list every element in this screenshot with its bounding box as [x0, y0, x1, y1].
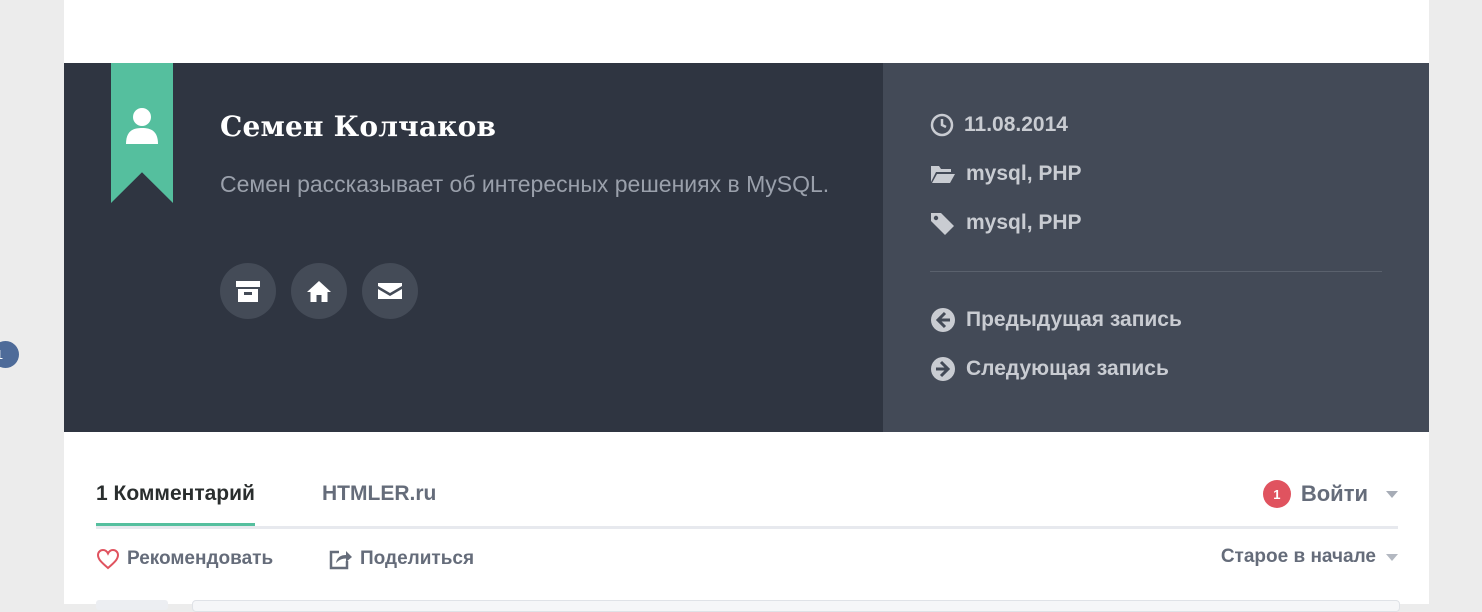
- post-tags[interactable]: mysql, PHP: [966, 211, 1082, 235]
- user-icon: [126, 108, 158, 144]
- meta-tags: mysql, PHP: [930, 211, 1082, 235]
- clock-icon: [930, 113, 954, 137]
- post-categories[interactable]: mysql, PHP: [966, 162, 1082, 186]
- recommend-button[interactable]: Рекомендовать: [96, 548, 273, 570]
- meta-divider: [930, 271, 1382, 272]
- page-container: Семен Колчаков Семен рассказывает об инт…: [64, 0, 1429, 612]
- heart-icon: [96, 548, 120, 570]
- author-social-links: [220, 263, 418, 319]
- notification-badge[interactable]: 1: [1262, 480, 1291, 508]
- share-label: Поделиться: [360, 548, 475, 569]
- email-button[interactable]: [362, 263, 418, 319]
- author-ribbon: [111, 63, 173, 203]
- home-button[interactable]: [291, 263, 347, 319]
- share-icon: [329, 550, 352, 570]
- comments-actions: Рекомендовать Поделиться Старое в начале: [96, 544, 1398, 574]
- comment-input[interactable]: [192, 600, 1400, 612]
- next-post-label: Следующая запись: [966, 357, 1169, 380]
- login-menu[interactable]: 1 Войти: [1262, 480, 1398, 508]
- mail-icon: [378, 283, 402, 299]
- comments-tabs: 1 Комментарий HTMLER.ru 1 Войти: [96, 470, 1398, 529]
- sort-label: Старое в начале: [1220, 546, 1376, 567]
- recommend-label: Рекомендовать: [127, 548, 274, 569]
- author-name[interactable]: Семен Колчаков: [220, 110, 496, 143]
- prev-post-label: Предыдущая запись: [966, 308, 1182, 331]
- tab-comments[interactable]: 1 Комментарий: [96, 482, 255, 526]
- folder-open-icon: [931, 166, 955, 183]
- archive-icon: [236, 281, 260, 302]
- login-label: Войти: [1300, 481, 1368, 506]
- commenter-avatar: [96, 600, 168, 610]
- share-button[interactable]: Поделиться: [329, 548, 474, 570]
- next-post-link[interactable]: Следующая запись: [930, 356, 1169, 382]
- arrow-right-circle-icon: [931, 357, 955, 381]
- meta-date: 11.08.2014: [930, 113, 1068, 137]
- side-count-badge[interactable]: 1: [0, 341, 19, 368]
- sort-dropdown[interactable]: Старое в начале: [1221, 546, 1398, 568]
- tab-community[interactable]: HTMLER.ru: [322, 482, 436, 506]
- chevron-down-icon: [1386, 553, 1398, 561]
- prev-post-link[interactable]: Предыдущая запись: [930, 307, 1182, 333]
- chevron-down-icon: [1386, 490, 1398, 498]
- arrow-left-circle-icon: [931, 308, 955, 332]
- author-box: Семен Колчаков Семен рассказывает об инт…: [64, 63, 883, 432]
- meta-categories: mysql, PHP: [930, 162, 1082, 186]
- tag-icon: [931, 213, 954, 235]
- archive-button[interactable]: [220, 263, 276, 319]
- post-meta-box: 11.08.2014 mysql, PHP mysql, PHP Предыду…: [883, 63, 1429, 432]
- post-date: 11.08.2014: [964, 113, 1068, 136]
- home-icon: [307, 281, 331, 302]
- author-bio: Семен рассказывает об интересных решения…: [220, 171, 830, 197]
- side-count: 1: [0, 347, 3, 362]
